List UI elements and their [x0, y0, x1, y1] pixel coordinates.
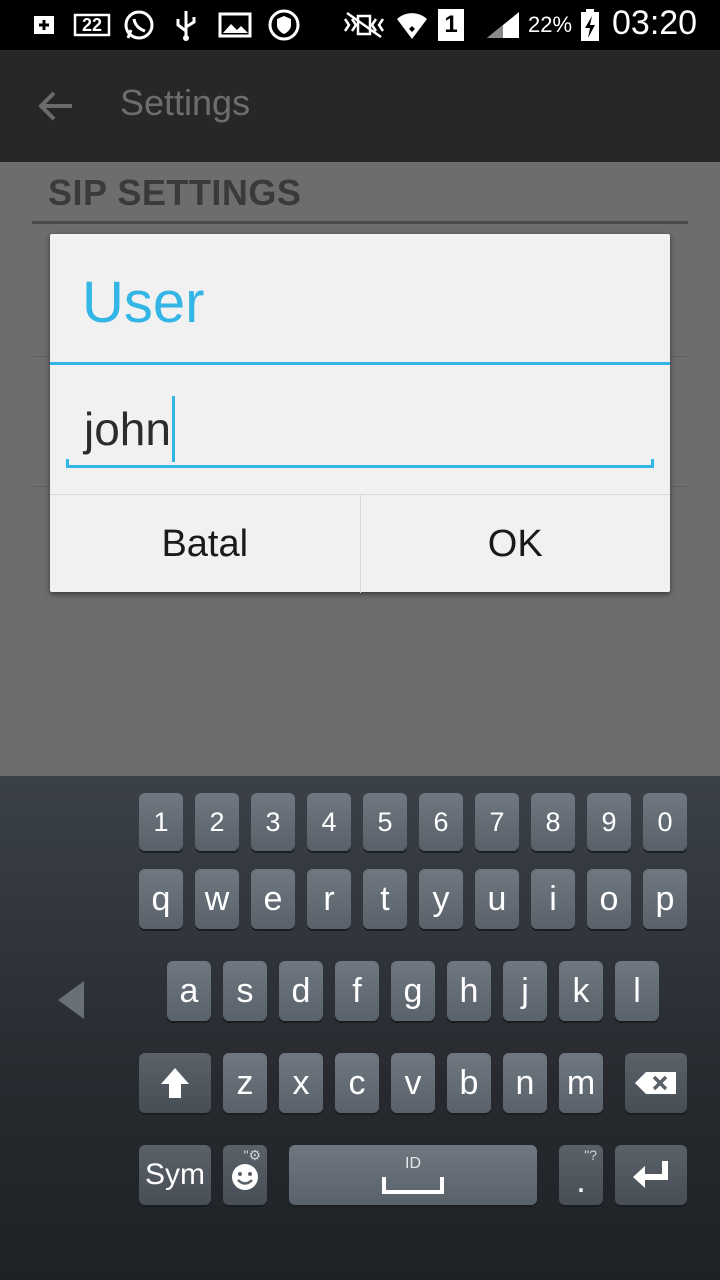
input-underline-tick [651, 459, 654, 468]
key-8[interactable]: 8 [531, 793, 575, 851]
space-key[interactable]: ID [289, 1145, 537, 1205]
space-bar-icon [382, 1177, 444, 1194]
key-q[interactable]: q [139, 869, 183, 929]
user-dialog: User john Batal OK [50, 234, 670, 593]
key-m[interactable]: m [559, 1053, 603, 1113]
period-key-label: . [576, 1161, 586, 1200]
key-u[interactable]: u [475, 869, 519, 929]
emoji-key[interactable]: "⚙ [223, 1145, 267, 1205]
back-arrow-icon[interactable] [36, 86, 76, 126]
dialog-title: User [82, 270, 205, 335]
dialog-buttons: Batal OK [50, 494, 670, 593]
key-x[interactable]: x [279, 1053, 323, 1113]
enter-icon [633, 1161, 668, 1188]
whatsapp-icon [120, 10, 158, 40]
signal-icon [482, 10, 522, 40]
clock: 03:20 [612, 4, 698, 42]
shift-key[interactable] [139, 1053, 211, 1113]
key-j[interactable]: j [503, 961, 547, 1021]
dialog-title-divider [50, 362, 670, 365]
key-0[interactable]: 0 [643, 793, 687, 851]
key-a[interactable]: a [167, 961, 211, 1021]
key-n[interactable]: n [503, 1053, 547, 1113]
key-g[interactable]: g [391, 961, 435, 1021]
shift-arrow-icon [161, 1068, 189, 1098]
keyboard-left-arrow-icon[interactable] [56, 979, 86, 1021]
key-1[interactable]: 1 [139, 793, 183, 851]
key-w[interactable]: w [195, 869, 239, 929]
action-bar: Settings [0, 50, 720, 162]
sym-key[interactable]: Sym [139, 1145, 211, 1205]
key-2[interactable]: 2 [195, 793, 239, 851]
user-input[interactable]: john [66, 384, 654, 468]
vibrate-mute-icon [340, 10, 388, 40]
key-3[interactable]: 3 [251, 793, 295, 851]
key-f[interactable]: f [335, 961, 379, 1021]
language-label: ID [405, 1155, 421, 1172]
wifi-icon [394, 10, 430, 40]
key-9[interactable]: 9 [587, 793, 631, 851]
shield-icon [266, 9, 302, 41]
key-z[interactable]: z [223, 1053, 267, 1113]
key-l[interactable]: l [615, 961, 659, 1021]
image-icon [216, 10, 254, 40]
key-v[interactable]: v [391, 1053, 435, 1113]
key-4[interactable]: 4 [307, 793, 351, 851]
key-i[interactable]: i [531, 869, 575, 929]
key-6[interactable]: 6 [419, 793, 463, 851]
soft-keyboard: 1234567890 qwertyuiop asdfghjkl zxcvbnm … [0, 776, 720, 1280]
cancel-button[interactable]: Batal [50, 495, 360, 593]
section-header: SIP SETTINGS [48, 172, 302, 213]
key-h[interactable]: h [447, 961, 491, 1021]
enter-key[interactable] [615, 1145, 687, 1205]
key-5[interactable]: 5 [363, 793, 407, 851]
text-cursor [171, 396, 175, 462]
key-t[interactable]: t [363, 869, 407, 929]
usb-icon [170, 10, 202, 41]
ok-button[interactable]: OK [361, 495, 671, 593]
key-b[interactable]: b [447, 1053, 491, 1113]
key-k[interactable]: k [559, 961, 603, 1021]
key-y[interactable]: y [419, 869, 463, 929]
backspace-icon [635, 1072, 676, 1094]
status-bar: 22 1 22% 03:20 [0, 0, 720, 50]
battery-percent: 22% [528, 12, 573, 37]
emoji-key-hint: "⚙ [243, 1147, 261, 1163]
plus-box-icon [28, 10, 60, 40]
battery-icon [576, 9, 604, 41]
key-c[interactable]: c [335, 1053, 379, 1113]
input-underline [66, 465, 654, 468]
period-key[interactable]: "? . [559, 1145, 603, 1205]
key-o[interactable]: o [587, 869, 631, 929]
sim-1-icon: 1 [436, 9, 466, 41]
notification-count-icon: 22 [72, 10, 112, 40]
backspace-key[interactable] [625, 1053, 687, 1113]
key-e[interactable]: e [251, 869, 295, 929]
key-s[interactable]: s [223, 961, 267, 1021]
user-input-value: john [84, 403, 171, 455]
key-p[interactable]: p [643, 869, 687, 929]
key-r[interactable]: r [307, 869, 351, 929]
key-d[interactable]: d [279, 961, 323, 1021]
notification-count: 22 [81, 14, 103, 35]
page-title: Settings [120, 82, 251, 123]
input-underline-tick [66, 459, 69, 468]
section-divider [32, 221, 688, 224]
period-key-hint: "? [584, 1147, 597, 1163]
key-7[interactable]: 7 [475, 793, 519, 851]
